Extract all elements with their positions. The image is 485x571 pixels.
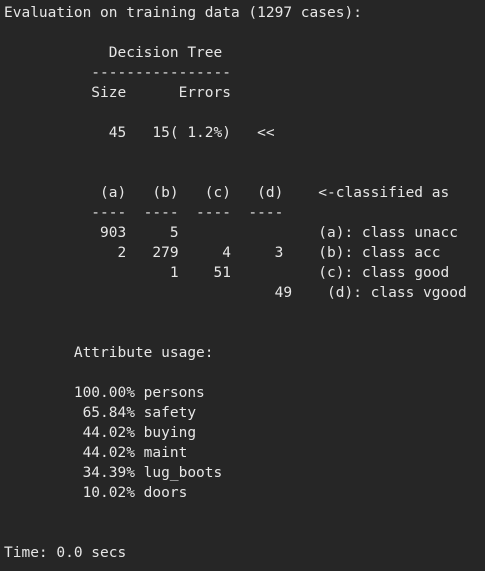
elapsed-time: Time: 0.0 secs (4, 545, 127, 561)
confusion-matrix-row-good: 1 51 (c): class good (4, 265, 450, 281)
attribute-usage-heading: Attribute usage: (4, 345, 214, 361)
confusion-matrix-row-vgood: 49 (d): class vgood (4, 285, 467, 301)
attribute-usage-safety: 65.84% safety (4, 405, 197, 421)
terminal-line-size-errors-header: Size Errors (4, 85, 231, 101)
attribute-usage-persons: 100.00% persons (4, 385, 205, 401)
attribute-usage-buying: 44.02% buying (4, 425, 197, 441)
attribute-usage-maint: 44.02% maint (4, 445, 188, 461)
confusion-matrix-rule: ---- ---- ---- ---- (4, 205, 284, 221)
terminal-line-decision-tree-heading: Decision Tree (4, 45, 223, 61)
confusion-matrix-row-unacc: 903 5 (a): class unacc (4, 225, 458, 241)
terminal-line-heading-rule: ---------------- (4, 65, 231, 81)
attribute-usage-doors: 10.02% doors (4, 485, 188, 501)
terminal-output[interactable]: Evaluation on training data (1297 cases)… (0, 0, 485, 571)
confusion-matrix-row-acc: 2 279 4 3 (b): class acc (4, 245, 441, 261)
attribute-usage-lug-boots: 34.39% lug_boots (4, 465, 223, 481)
terminal-line-evaluation-header: Evaluation on training data (1297 cases)… (4, 5, 362, 21)
confusion-matrix-header: (a) (b) (c) (d) <-classified as (4, 185, 450, 201)
terminal-line-size-errors-values: 45 15( 1.2%) << (4, 125, 275, 141)
